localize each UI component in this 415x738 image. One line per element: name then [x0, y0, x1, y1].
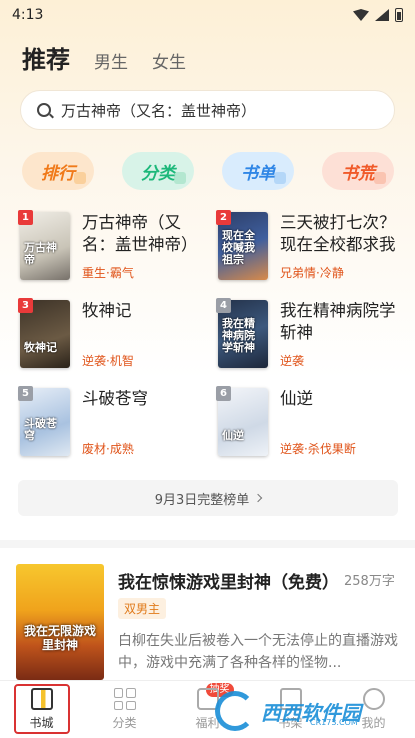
- grid-icon: [113, 688, 136, 710]
- tab-male[interactable]: 男生: [94, 48, 128, 73]
- rank-item[interactable]: 我在精神病院学斩神 4 我在精神病院学斩神 逆袭: [216, 298, 408, 372]
- full-ranking-label: 9月3日完整榜单: [154, 492, 250, 508]
- nav-category[interactable]: 分类: [83, 681, 166, 738]
- cover-title: 我在精神病院学斩神: [222, 317, 255, 354]
- featured-description: 白柳在失业后被卷入一个无法停止的直播游戏中，游戏中充满了各种各样的怪物...: [118, 633, 398, 671]
- rank-item[interactable]: 仙逆 6 仙逆 逆袭·杀伐果断: [216, 386, 408, 460]
- wifi-icon: [353, 9, 369, 21]
- featured-word-count: 258万字: [344, 574, 395, 589]
- featured-book-title[interactable]: 我在惊悚游戏里封神（免费）: [118, 568, 343, 593]
- book-tags: 逆袭: [280, 354, 305, 368]
- section-divider: [0, 540, 415, 548]
- category-pills: 排行 分类 书单 书荒: [22, 152, 394, 190]
- rank-badge: 2: [216, 210, 231, 225]
- category-classify-button[interactable]: 分类: [122, 152, 194, 190]
- book-tags: 逆袭·机智: [82, 354, 134, 368]
- book-title: 三天被打七次？现在全校都求我要点: [280, 213, 396, 254]
- search-bar[interactable]: 万古神帝（又名：盖世神帝）: [20, 90, 395, 130]
- rank-item[interactable]: 现在全校喊我祖宗 2 三天被打七次？现在全校都求我要点 兄弟情·冷静: [216, 210, 408, 284]
- battery-icon: [395, 8, 403, 22]
- rank-item[interactable]: 万古神帝 1 万古神帝（又名：盖世神帝） 重生·霸气: [18, 210, 210, 284]
- category-rank-button[interactable]: 排行: [22, 152, 94, 190]
- rank-badge: 5: [18, 386, 33, 401]
- search-text: 万古神帝（又名：盖世神帝）: [61, 101, 257, 120]
- featured-tag: 双男主: [118, 598, 167, 619]
- watermark-subtext: CR173.COM: [310, 718, 358, 727]
- cover-title: 万古神帝: [24, 241, 57, 266]
- tab-recommend[interactable]: 推荐: [22, 40, 70, 75]
- featured-book-cover[interactable]: 我在无限游戏里封神: [16, 564, 104, 680]
- rank-badge: 1: [18, 210, 33, 225]
- rank-badge: 6: [216, 386, 231, 401]
- full-ranking-button[interactable]: 9月3日完整榜单: [18, 480, 398, 516]
- rank-badge: 4: [216, 298, 231, 313]
- search-icon: [37, 103, 51, 117]
- status-bar: 4:13: [0, 0, 415, 30]
- status-icons: [353, 8, 403, 22]
- tab-female[interactable]: 女生: [152, 48, 186, 73]
- cover-title: 斗破苍穹: [24, 417, 57, 442]
- book-title: 牧神记: [82, 301, 132, 320]
- cover-title: 现在全校喊我祖宗: [222, 229, 255, 266]
- rank-item[interactable]: 牧神记 3 牧神记 逆袭·机智: [18, 298, 210, 372]
- category-shortage-button[interactable]: 书荒: [322, 152, 394, 190]
- chevron-right-icon: [254, 493, 263, 503]
- watermark: 西西软件园 CR173.COM: [215, 688, 410, 734]
- cover-title: 仙逆: [222, 429, 244, 442]
- book-title: 我在精神病院学斩神: [280, 301, 396, 342]
- channel-tabs: 推荐 男生 女生: [22, 40, 186, 75]
- watermark-logo-icon: [215, 691, 255, 731]
- active-tab-highlight: [14, 684, 70, 734]
- rank-item[interactable]: 斗破苍穹 5 斗破苍穹 废材·成熟: [18, 386, 210, 460]
- book-title: 斗破苍穹: [82, 389, 148, 408]
- cover-title: 我在无限游戏里封神: [23, 624, 96, 652]
- book-tags: 逆袭·杀伐果断: [280, 442, 356, 456]
- rank-badge: 3: [18, 298, 33, 313]
- book-title: 仙逆: [280, 389, 313, 408]
- signal-icon: [375, 9, 389, 21]
- book-tags: 兄弟情·冷静: [280, 266, 344, 280]
- book-tags: 重生·霸气: [82, 266, 134, 280]
- category-booklist-button[interactable]: 书单: [222, 152, 294, 190]
- book-title: 万古神帝（又名：盖世神帝）: [82, 213, 198, 254]
- book-tags: 废材·成熟: [82, 442, 134, 456]
- status-time: 4:13: [12, 7, 44, 23]
- nav-label: 分类: [112, 716, 137, 730]
- cover-title: 牧神记: [24, 341, 57, 354]
